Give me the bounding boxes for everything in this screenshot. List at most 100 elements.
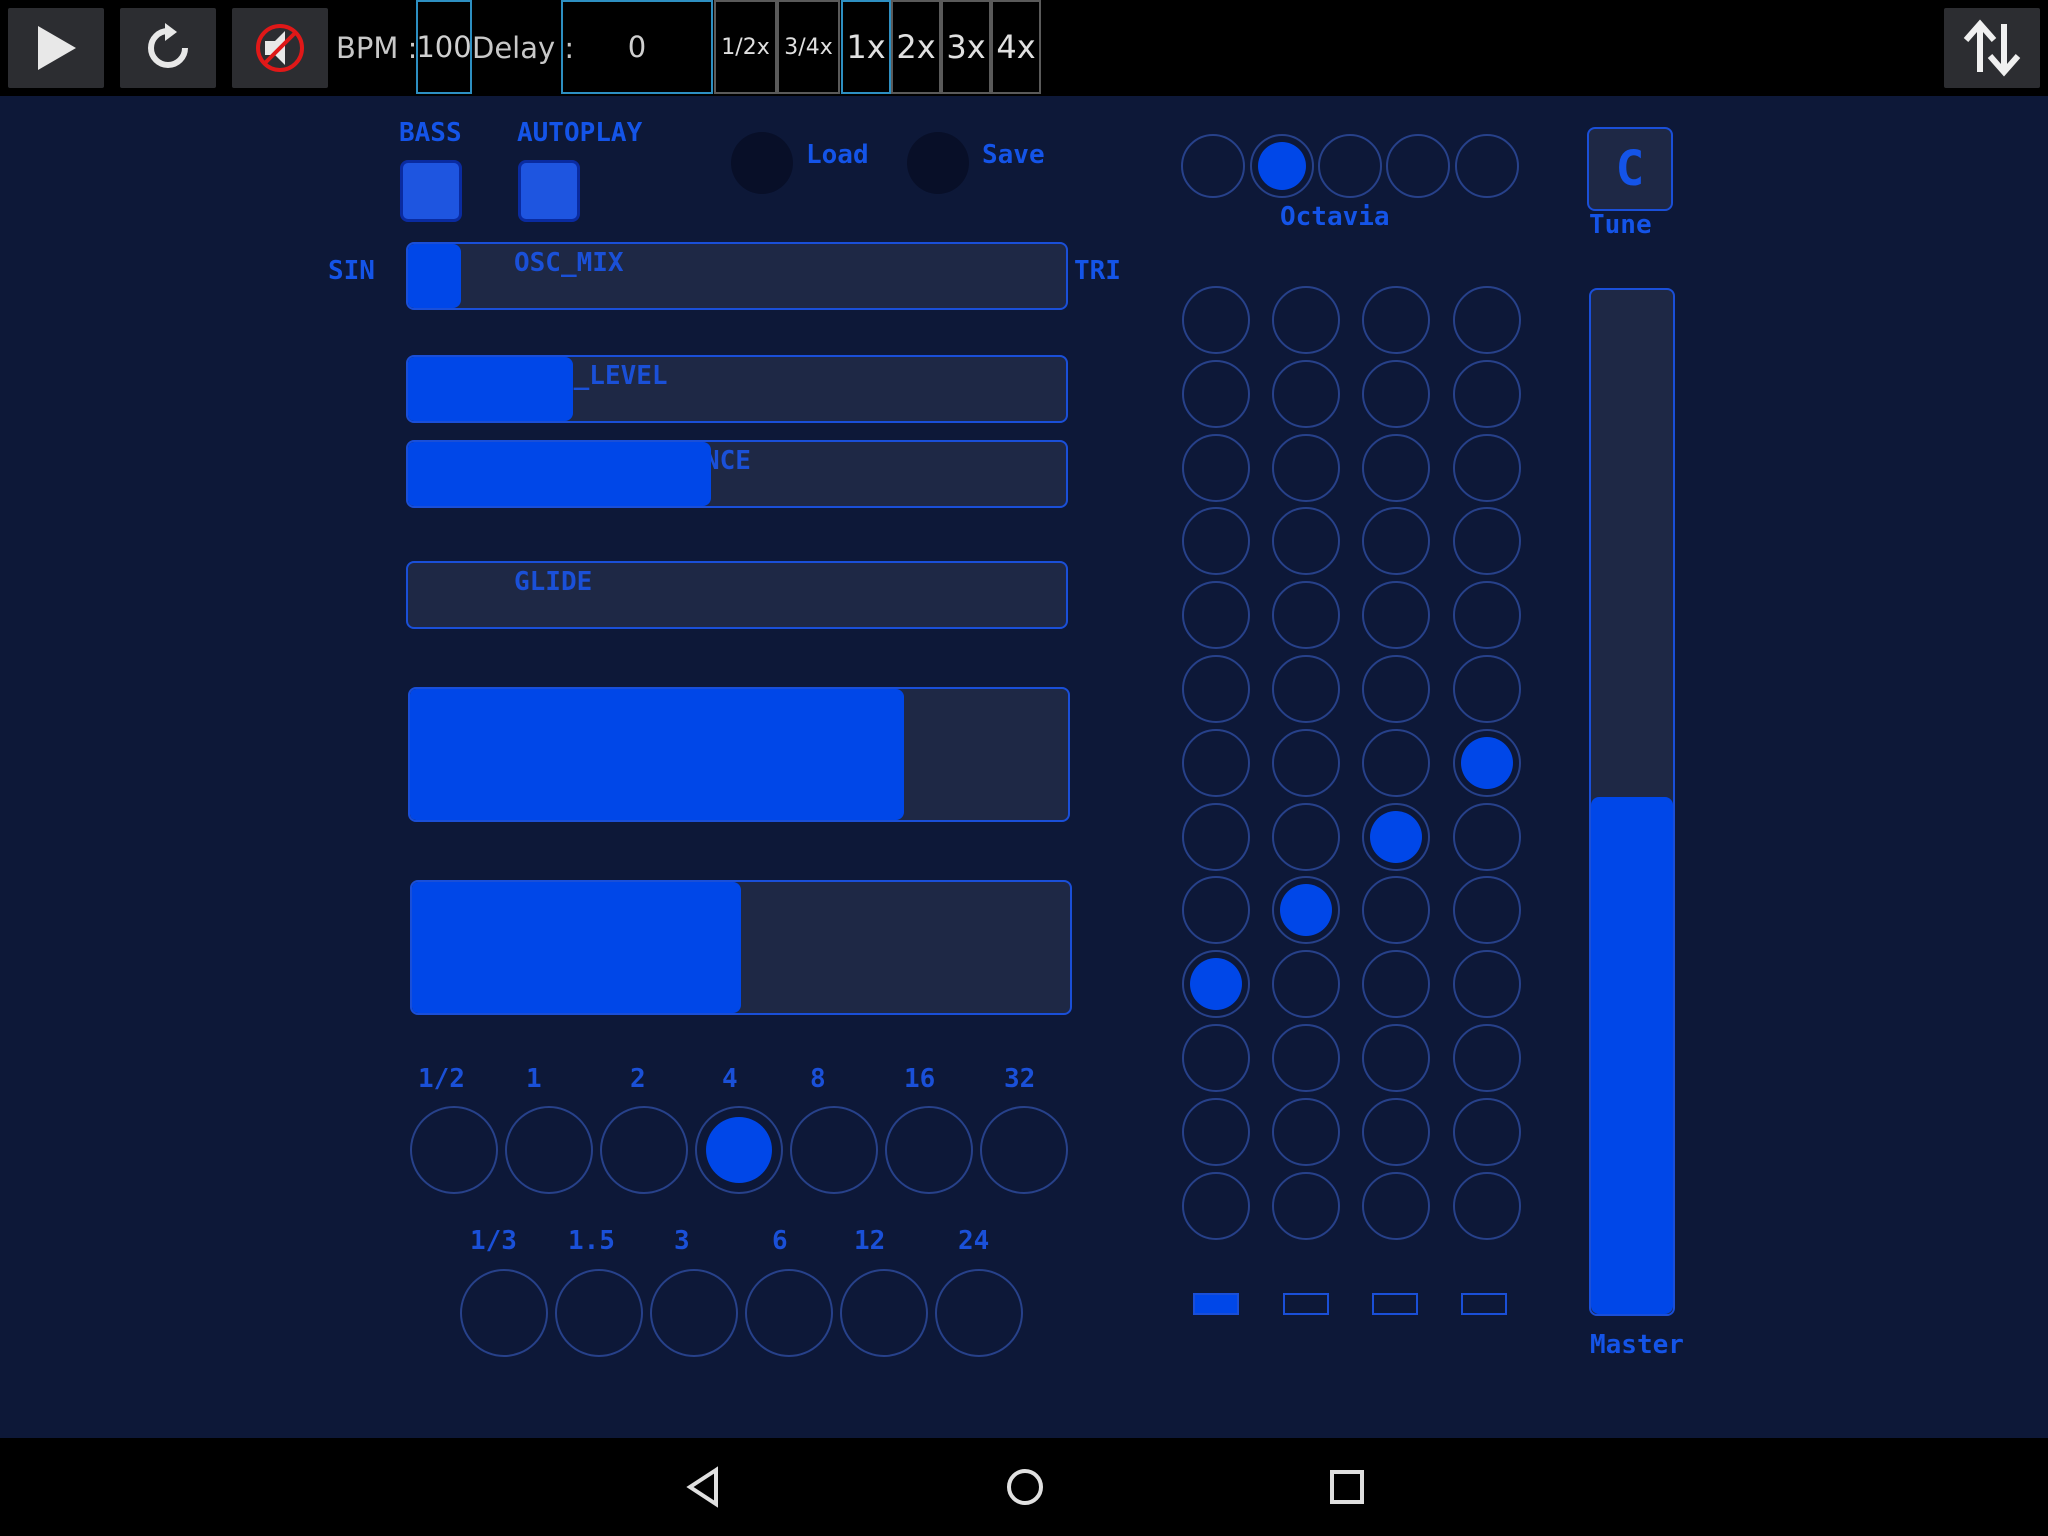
grid-cell[interactable] bbox=[1182, 286, 1250, 354]
rate-top-option[interactable] bbox=[600, 1106, 688, 1194]
grid-cell[interactable] bbox=[1272, 803, 1340, 871]
grid-cell[interactable] bbox=[1453, 729, 1521, 797]
resonance-slider[interactable]: NCE bbox=[406, 440, 1068, 508]
save-button[interactable] bbox=[907, 132, 969, 194]
page-indicator[interactable] bbox=[1283, 1293, 1329, 1315]
rate-bottom-option[interactable] bbox=[650, 1269, 738, 1357]
grid-cell[interactable] bbox=[1453, 803, 1521, 871]
rate-top-option[interactable] bbox=[505, 1106, 593, 1194]
speed-1x-button[interactable]: 1x bbox=[841, 0, 891, 94]
grid-cell[interactable] bbox=[1182, 581, 1250, 649]
glide-slider[interactable]: GLIDE bbox=[406, 561, 1068, 629]
grid-cell[interactable] bbox=[1272, 286, 1340, 354]
speed-2x-button[interactable]: 2x bbox=[891, 0, 941, 94]
octave-option[interactable] bbox=[1455, 134, 1519, 198]
grid-cell[interactable] bbox=[1182, 434, 1250, 502]
grid-cell[interactable] bbox=[1272, 360, 1340, 428]
rate-bottom-option[interactable] bbox=[745, 1269, 833, 1357]
load-button[interactable] bbox=[731, 132, 793, 194]
rate-bottom-option[interactable] bbox=[460, 1269, 548, 1357]
bass-checkbox[interactable] bbox=[400, 160, 462, 222]
grid-cell[interactable] bbox=[1453, 1024, 1521, 1092]
grid-cell[interactable] bbox=[1272, 507, 1340, 575]
grid-cell[interactable] bbox=[1182, 655, 1250, 723]
grid-cell[interactable] bbox=[1362, 950, 1430, 1018]
speed-3x-button[interactable]: 3x bbox=[941, 0, 991, 94]
grid-cell[interactable] bbox=[1182, 1098, 1250, 1166]
grid-cell[interactable] bbox=[1362, 434, 1430, 502]
grid-cell[interactable] bbox=[1453, 1172, 1521, 1240]
grid-cell[interactable] bbox=[1453, 434, 1521, 502]
big-slider-1[interactable] bbox=[408, 687, 1070, 822]
rate-top-option[interactable] bbox=[695, 1106, 783, 1194]
page-indicator[interactable] bbox=[1372, 1293, 1418, 1315]
grid-cell[interactable] bbox=[1362, 507, 1430, 575]
rate-bottom-option[interactable] bbox=[555, 1269, 643, 1357]
grid-cell[interactable] bbox=[1272, 950, 1340, 1018]
home-icon[interactable] bbox=[1002, 1464, 1048, 1510]
delay-input[interactable]: 0 bbox=[561, 0, 713, 94]
grid-cell[interactable] bbox=[1362, 876, 1430, 944]
swap-button[interactable] bbox=[1944, 8, 2040, 88]
grid-cell[interactable] bbox=[1272, 876, 1340, 944]
grid-cell[interactable] bbox=[1453, 655, 1521, 723]
grid-cell[interactable] bbox=[1272, 729, 1340, 797]
bpm-input[interactable]: 100 bbox=[416, 0, 472, 94]
play-button[interactable] bbox=[8, 8, 104, 88]
page-indicator[interactable] bbox=[1461, 1293, 1507, 1315]
grid-cell[interactable] bbox=[1362, 360, 1430, 428]
grid-cell[interactable] bbox=[1272, 1098, 1340, 1166]
grid-cell[interactable] bbox=[1182, 876, 1250, 944]
grid-cell[interactable] bbox=[1182, 803, 1250, 871]
grid-cell[interactable] bbox=[1362, 581, 1430, 649]
grid-cell[interactable] bbox=[1453, 507, 1521, 575]
grid-cell[interactable] bbox=[1182, 729, 1250, 797]
grid-cell[interactable] bbox=[1362, 1098, 1430, 1166]
grid-cell[interactable] bbox=[1272, 434, 1340, 502]
octave-option[interactable] bbox=[1318, 134, 1382, 198]
octave-option[interactable] bbox=[1181, 134, 1245, 198]
grid-cell[interactable] bbox=[1362, 1172, 1430, 1240]
grid-cell[interactable] bbox=[1362, 729, 1430, 797]
grid-cell[interactable] bbox=[1182, 1172, 1250, 1240]
rate-top-option[interactable] bbox=[980, 1106, 1068, 1194]
grid-cell[interactable] bbox=[1272, 1172, 1340, 1240]
grid-cell[interactable] bbox=[1453, 950, 1521, 1018]
recents-icon[interactable] bbox=[1324, 1464, 1370, 1510]
grid-cell[interactable] bbox=[1182, 1024, 1250, 1092]
grid-cell[interactable] bbox=[1453, 286, 1521, 354]
grid-cell[interactable] bbox=[1362, 286, 1430, 354]
rate-bottom-option[interactable] bbox=[840, 1269, 928, 1357]
grid-cell[interactable] bbox=[1182, 950, 1250, 1018]
grid-cell[interactable] bbox=[1182, 507, 1250, 575]
grid-cell[interactable] bbox=[1453, 581, 1521, 649]
tune-button[interactable]: C bbox=[1587, 127, 1673, 211]
noise-level-slider[interactable]: E_LEVEL bbox=[406, 355, 1068, 423]
grid-cell[interactable] bbox=[1453, 876, 1521, 944]
grid-cell[interactable] bbox=[1272, 1024, 1340, 1092]
reload-button[interactable] bbox=[120, 8, 216, 88]
octave-option[interactable] bbox=[1386, 134, 1450, 198]
mute-button[interactable] bbox=[232, 8, 328, 88]
big-slider-2[interactable] bbox=[410, 880, 1072, 1015]
grid-cell[interactable] bbox=[1362, 803, 1430, 871]
grid-cell[interactable] bbox=[1453, 1098, 1521, 1166]
page-indicator[interactable] bbox=[1193, 1293, 1239, 1315]
grid-cell[interactable] bbox=[1272, 655, 1340, 723]
rate-top-option[interactable] bbox=[790, 1106, 878, 1194]
osc-mix-slider[interactable]: OSC_MIX bbox=[406, 242, 1068, 310]
speed-three-quarter-button[interactable]: 3/4x bbox=[777, 0, 840, 94]
back-icon[interactable] bbox=[680, 1464, 726, 1510]
rate-bottom-option[interactable] bbox=[935, 1269, 1023, 1357]
speed-half-button[interactable]: 1/2x bbox=[714, 0, 777, 94]
speed-4x-button[interactable]: 4x bbox=[991, 0, 1041, 94]
master-slider[interactable] bbox=[1589, 288, 1675, 1316]
autoplay-checkbox[interactable] bbox=[518, 160, 580, 222]
grid-cell[interactable] bbox=[1272, 581, 1340, 649]
grid-cell[interactable] bbox=[1182, 360, 1250, 428]
octave-option[interactable] bbox=[1250, 134, 1314, 198]
rate-top-option[interactable] bbox=[885, 1106, 973, 1194]
grid-cell[interactable] bbox=[1453, 360, 1521, 428]
grid-cell[interactable] bbox=[1362, 655, 1430, 723]
rate-top-option[interactable] bbox=[410, 1106, 498, 1194]
